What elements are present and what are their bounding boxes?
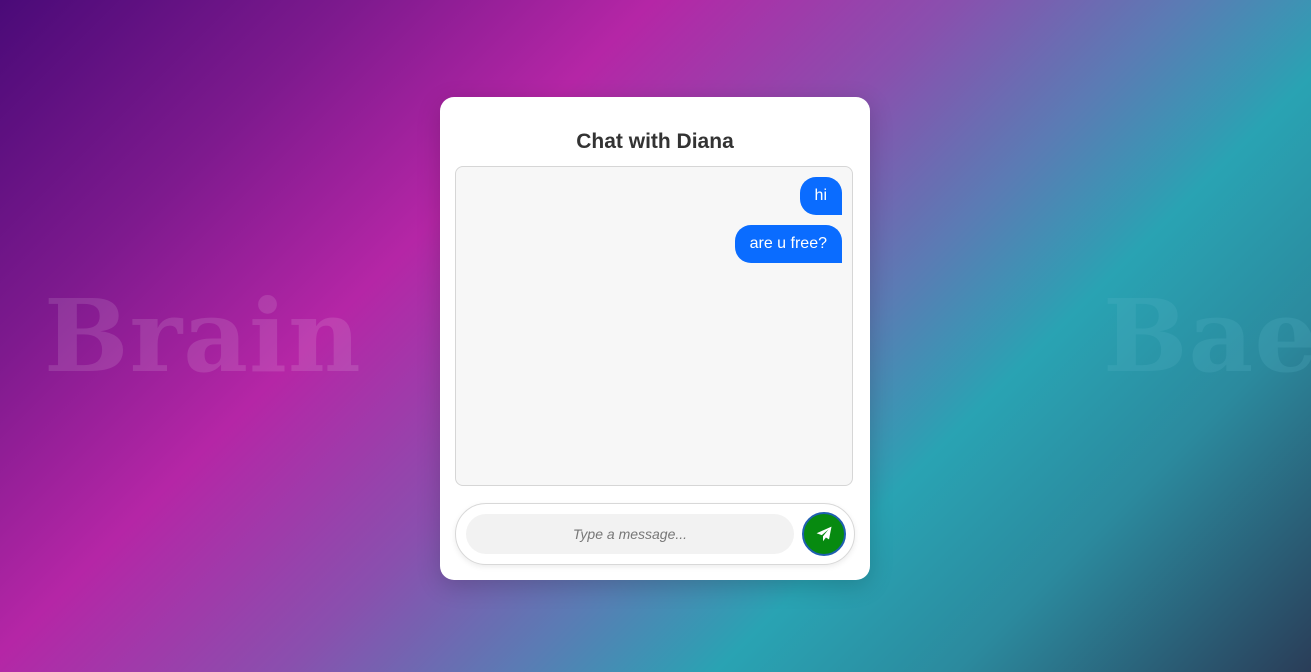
- chat-window: Chat with Diana hi are u free?: [440, 97, 870, 580]
- message-bubble-sent: are u free?: [734, 225, 842, 263]
- background-word-bae: Bae: [1103, 277, 1311, 395]
- message-list[interactable]: hi are u free?: [455, 166, 853, 486]
- send-button[interactable]: [802, 512, 846, 556]
- message-input[interactable]: [466, 514, 794, 554]
- message-bubble-sent: hi: [799, 177, 842, 215]
- paper-plane-icon: [816, 526, 832, 542]
- background-word-brain: Brain: [44, 277, 362, 395]
- message-composer: [455, 503, 855, 565]
- chat-title: Chat with Diana: [576, 130, 734, 153]
